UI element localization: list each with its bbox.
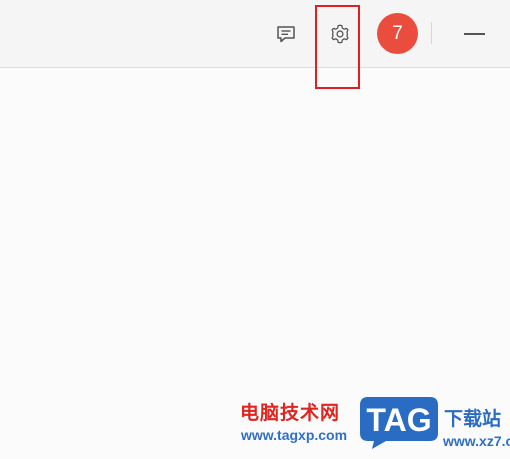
watermark-url-left: www.tagxp.com xyxy=(241,427,348,443)
feedback-button[interactable] xyxy=(272,20,300,48)
titlebar-divider xyxy=(431,22,432,44)
app-window: 7 电脑技术网 www.tagxp.com TAG 下载站 www.xz7.co… xyxy=(0,0,510,459)
title-bar: 7 xyxy=(0,0,510,68)
minimize-icon xyxy=(463,33,485,35)
watermark-url-right: www.xz7.com xyxy=(443,433,510,449)
watermark-tag-logo: TAG xyxy=(360,397,438,449)
settings-highlight-box xyxy=(315,5,360,89)
watermark-site-cn: 电脑技术网 xyxy=(240,403,341,424)
message-icon xyxy=(277,26,295,43)
watermark-tag-text: TAG xyxy=(366,402,431,438)
watermark-site-right: 下载站 xyxy=(444,409,502,430)
minimize-button[interactable] xyxy=(458,20,490,48)
avatar[interactable]: 7 xyxy=(377,13,418,54)
